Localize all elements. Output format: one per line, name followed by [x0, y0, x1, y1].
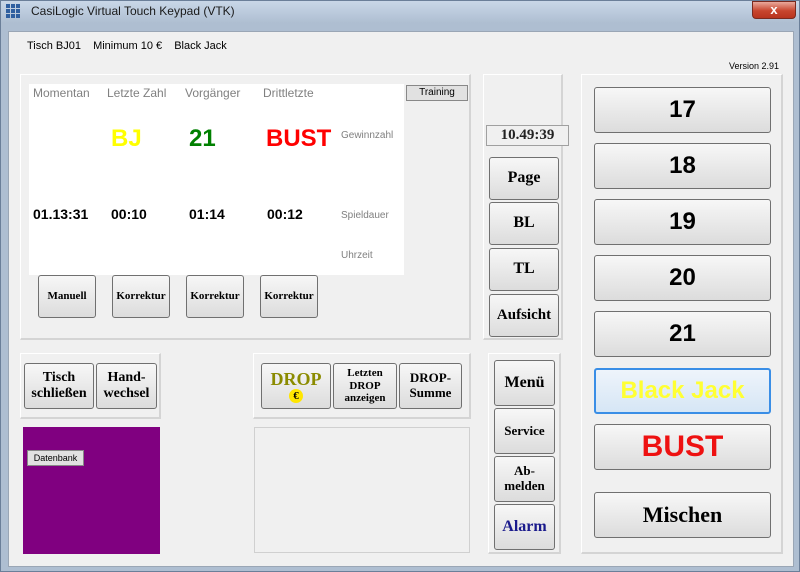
drop-info-area: [254, 427, 470, 553]
close-button[interactable]: x: [752, 1, 796, 19]
alarm-button[interactable]: Alarm: [494, 504, 555, 550]
table-name: Tisch BJ01: [27, 40, 82, 52]
correction-button-3[interactable]: Korrektur: [260, 275, 318, 318]
previous-duration: 01:14: [189, 206, 225, 222]
current-duration: 01.13:31: [33, 206, 89, 222]
game-display: [29, 84, 404, 275]
number-19-button[interactable]: 19: [594, 199, 771, 245]
table-info: Tisch BJ01 Minimum 10 € Black Jack: [27, 40, 236, 52]
number-21-button[interactable]: 21: [594, 311, 771, 357]
number-20-button[interactable]: 20: [594, 255, 771, 301]
black-jack-button[interactable]: Black Jack: [594, 368, 771, 414]
game-name: Black Jack: [174, 40, 227, 52]
clock-display: 10.49:39: [486, 125, 569, 146]
window-title: CasiLogic Virtual Touch Keypad (VTK): [31, 4, 235, 18]
version-label: Version 2.91: [729, 61, 780, 71]
number-17-button[interactable]: 17: [594, 87, 771, 133]
correction-button-1[interactable]: Korrektur: [112, 275, 170, 318]
number-18-button[interactable]: 18: [594, 143, 771, 189]
last-duration: 00:10: [111, 206, 147, 222]
service-button[interactable]: Service: [494, 408, 555, 454]
keypad-icon: [6, 4, 20, 18]
column-third-last: Drittletzte: [263, 86, 314, 100]
shuffle-button[interactable]: Mischen: [594, 492, 771, 538]
page-button[interactable]: Page: [489, 157, 559, 200]
manual-button[interactable]: Manuell: [38, 275, 96, 318]
title-bar: CasiLogic Virtual Touch Keypad (VTK) x: [1, 1, 799, 23]
column-current: Momentan: [33, 86, 90, 100]
training-indicator: Training: [406, 85, 468, 101]
column-last-number: Letzte Zahl: [107, 86, 167, 100]
correction-button-2[interactable]: Korrektur: [186, 275, 244, 318]
database-button[interactable]: Datenbank: [27, 450, 84, 466]
third-last-duration: 00:12: [267, 206, 303, 222]
time-of-day-label: Uhrzeit: [341, 250, 373, 261]
hand-change-button[interactable]: Hand-wechsel: [96, 363, 157, 409]
supervision-button[interactable]: Aufsicht: [489, 294, 559, 337]
bl-button[interactable]: BL: [489, 202, 559, 245]
app-window: CasiLogic Virtual Touch Keypad (VTK) x T…: [0, 0, 800, 572]
menu-button[interactable]: Menü: [494, 360, 555, 406]
last-number-value: BJ: [111, 125, 142, 152]
column-previous: Vorgänger: [185, 86, 241, 100]
winning-number-label: Gewinnzahl: [341, 130, 394, 141]
drop-button[interactable]: DROP €: [261, 363, 331, 409]
database-panel: [23, 427, 160, 554]
previous-value: 21: [189, 125, 216, 152]
drop-sum-button[interactable]: DROP-Summe: [399, 363, 462, 409]
logout-button[interactable]: Ab-melden: [494, 456, 555, 502]
bust-button[interactable]: BUST: [594, 424, 771, 470]
euro-icon: €: [289, 389, 303, 404]
close-table-button[interactable]: Tisch schließen: [24, 363, 94, 409]
table-minimum: Minimum 10 €: [93, 40, 163, 52]
third-last-value: BUST: [266, 125, 332, 152]
drop-label: DROP: [270, 368, 322, 389]
tl-button[interactable]: TL: [489, 248, 559, 291]
game-duration-label: Spieldauer: [341, 210, 389, 221]
show-last-drop-button[interactable]: Letzten DROP anzeigen: [333, 363, 397, 409]
